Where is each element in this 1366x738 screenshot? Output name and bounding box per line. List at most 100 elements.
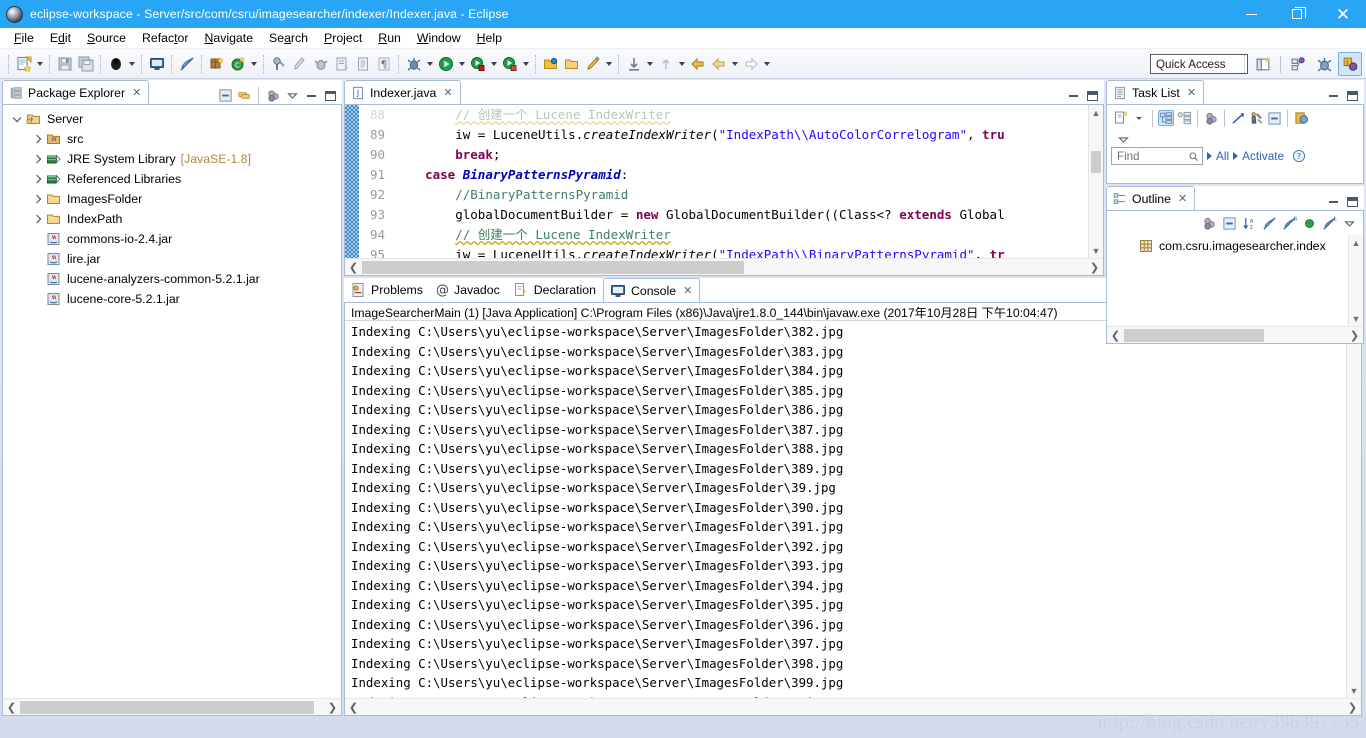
menu-navigate[interactable]: Navigate bbox=[196, 30, 261, 46]
hscroll-track[interactable] bbox=[1124, 328, 1346, 342]
outline-hscrollbar[interactable]: ❮ ❯ bbox=[1107, 326, 1363, 343]
hscroll-track[interactable] bbox=[362, 260, 1086, 274]
hide-local-types-icon[interactable]: L bbox=[1321, 215, 1337, 231]
chevron-down-icon[interactable] bbox=[9, 111, 25, 127]
scheduled-presentation-icon[interactable] bbox=[1176, 110, 1192, 126]
tree-item-lucene-analyzers-common-5-2-1-jar[interactable]: lucene-analyzers-common-5.2.1.jar bbox=[3, 269, 341, 289]
tree-item-commons-io-2-4-jar[interactable]: commons-io-2.4.jar bbox=[3, 229, 341, 249]
open-task-icon[interactable] bbox=[352, 53, 373, 74]
toggle-mark-occurrences-icon[interactable] bbox=[176, 53, 197, 74]
view-menu-icon[interactable] bbox=[1341, 215, 1357, 231]
scroll-up-icon[interactable]: ▲ bbox=[1349, 235, 1363, 250]
menu-run[interactable]: Run bbox=[370, 30, 409, 46]
code-line[interactable]: case BinaryPatternsPyramid: bbox=[395, 165, 1103, 185]
back-dropdown[interactable] bbox=[729, 53, 740, 74]
coverage-icon[interactable] bbox=[467, 53, 488, 74]
editor-vscrollbar[interactable]: ▲ ▼ bbox=[1088, 105, 1103, 258]
scroll-left-icon[interactable]: ❮ bbox=[1107, 329, 1124, 342]
print-icon[interactable] bbox=[105, 53, 126, 74]
tab-outline[interactable]: Outline ✕ bbox=[1106, 186, 1196, 210]
view-menu-icon[interactable] bbox=[1115, 131, 1131, 147]
tree-item-lucene-core-5-2-1-jar[interactable]: lucene-core-5.2.1.jar bbox=[3, 289, 341, 309]
scroll-left-icon[interactable]: ❮ bbox=[345, 701, 362, 714]
synchronize-changed-icon[interactable] bbox=[1230, 110, 1246, 126]
open-console-icon[interactable] bbox=[146, 53, 167, 74]
debug-dropdown[interactable] bbox=[424, 53, 435, 74]
print-dropdown[interactable] bbox=[126, 53, 137, 74]
hide-nonpublic-icon[interactable] bbox=[1301, 215, 1317, 231]
filter-activate-link[interactable]: Activate bbox=[1242, 149, 1284, 163]
open-perspective-icon[interactable] bbox=[1251, 52, 1275, 76]
next-annotation-icon[interactable] bbox=[655, 53, 676, 74]
chevron-right-icon[interactable] bbox=[29, 151, 45, 167]
scroll-down-icon[interactable]: ▼ bbox=[1089, 243, 1103, 258]
close-icon[interactable]: ✕ bbox=[132, 86, 141, 99]
close-icon[interactable]: ✕ bbox=[443, 86, 452, 99]
last-edit-dropdown[interactable] bbox=[644, 53, 655, 74]
run-icon[interactable] bbox=[435, 53, 456, 74]
hide-fields-icon[interactable] bbox=[1261, 215, 1277, 231]
chevron-right-icon[interactable] bbox=[29, 171, 45, 187]
tree-item-lire-jar[interactable]: lire.jar bbox=[3, 249, 341, 269]
menu-source[interactable]: Source bbox=[79, 30, 134, 46]
minimize-view-button[interactable] bbox=[303, 88, 319, 104]
maximize-button[interactable] bbox=[1274, 0, 1320, 28]
tree-item-referenced-libraries[interactable]: Referenced Libraries bbox=[3, 169, 341, 189]
new-wizard-icon[interactable] bbox=[13, 53, 34, 74]
categorized-presentation-icon[interactable] bbox=[1158, 110, 1174, 126]
scroll-down-icon[interactable]: ▼ bbox=[1347, 683, 1361, 698]
all-filter-arrow-icon[interactable] bbox=[1207, 152, 1212, 160]
search-icon[interactable] bbox=[1188, 151, 1199, 162]
java-perspective-icon[interactable] bbox=[1286, 52, 1310, 76]
external-tools-icon[interactable] bbox=[268, 53, 289, 74]
tree-item-src[interactable]: src bbox=[3, 129, 341, 149]
hscroll-track[interactable] bbox=[20, 700, 324, 714]
debug-perspective-icon[interactable] bbox=[1312, 52, 1336, 76]
pencil-tool-icon[interactable] bbox=[289, 53, 310, 74]
open-folder-icon[interactable] bbox=[561, 53, 582, 74]
menu-refactor[interactable]: Refactor bbox=[134, 30, 196, 46]
debug-tool-icon[interactable] bbox=[310, 53, 331, 74]
profile-dropdown[interactable] bbox=[520, 53, 531, 74]
chevron-right-icon[interactable] bbox=[29, 191, 45, 207]
focus-icon[interactable] bbox=[1201, 215, 1217, 231]
tree-item-server[interactable]: ! Server bbox=[3, 109, 341, 129]
back-history-icon[interactable] bbox=[708, 53, 729, 74]
new-task-dropdown[interactable] bbox=[1131, 110, 1147, 126]
menu-edit[interactable]: Edit bbox=[42, 30, 79, 46]
quick-access-input[interactable]: Quick Access bbox=[1150, 54, 1248, 74]
focus-on-workweek-icon[interactable] bbox=[1203, 110, 1219, 126]
tab-indexer-java[interactable]: J Indexer.java ✕ bbox=[344, 80, 461, 104]
scroll-right-icon[interactable]: ❯ bbox=[324, 701, 341, 714]
java-ee-perspective-icon[interactable]: J bbox=[1338, 52, 1362, 76]
close-icon[interactable]: ✕ bbox=[1178, 192, 1187, 205]
profile-icon[interactable] bbox=[499, 53, 520, 74]
outline-vscrollbar[interactable]: ▲ ▼ bbox=[1348, 235, 1363, 326]
scroll-right-icon[interactable]: ❯ bbox=[1086, 261, 1103, 274]
last-edit-location-icon[interactable] bbox=[623, 53, 644, 74]
minimize-tasklist-button[interactable] bbox=[1325, 88, 1341, 104]
tab-javadoc[interactable]: @ Javadoc bbox=[430, 278, 507, 302]
console-vscrollbar[interactable]: ▲ ▼ bbox=[1346, 303, 1361, 698]
tree-item-imagesfolder[interactable]: ImagesFolder bbox=[3, 189, 341, 209]
chevron-right-icon[interactable] bbox=[29, 131, 45, 147]
pencil-icon[interactable] bbox=[582, 53, 603, 74]
code-line[interactable]: //BinaryPatternsPyramid bbox=[395, 185, 1103, 205]
minimize-editor-button[interactable] bbox=[1065, 88, 1081, 104]
new-task-icon[interactable] bbox=[1113, 110, 1129, 126]
sort-icon[interactable]: az bbox=[1241, 215, 1257, 231]
tab-problems[interactable]: Problems bbox=[344, 278, 430, 302]
tab-declaration[interactable]: Declaration bbox=[507, 278, 603, 302]
vscroll-thumb[interactable] bbox=[1091, 151, 1101, 173]
back-icon[interactable] bbox=[687, 53, 708, 74]
tab-console[interactable]: Console ✕ bbox=[602, 278, 701, 302]
view-menu-more-icon[interactable] bbox=[265, 88, 281, 104]
hscroll-thumb[interactable] bbox=[362, 260, 744, 274]
package-explorer-hscrollbar[interactable]: ❮ ❯ bbox=[3, 698, 341, 715]
save-icon[interactable] bbox=[54, 53, 75, 74]
open-type-icon[interactable] bbox=[331, 53, 352, 74]
activate-filter-arrow-icon[interactable] bbox=[1233, 152, 1239, 160]
menu-window[interactable]: Window bbox=[409, 30, 469, 46]
run-dropdown[interactable] bbox=[456, 53, 467, 74]
hscroll-thumb[interactable] bbox=[1124, 328, 1264, 342]
